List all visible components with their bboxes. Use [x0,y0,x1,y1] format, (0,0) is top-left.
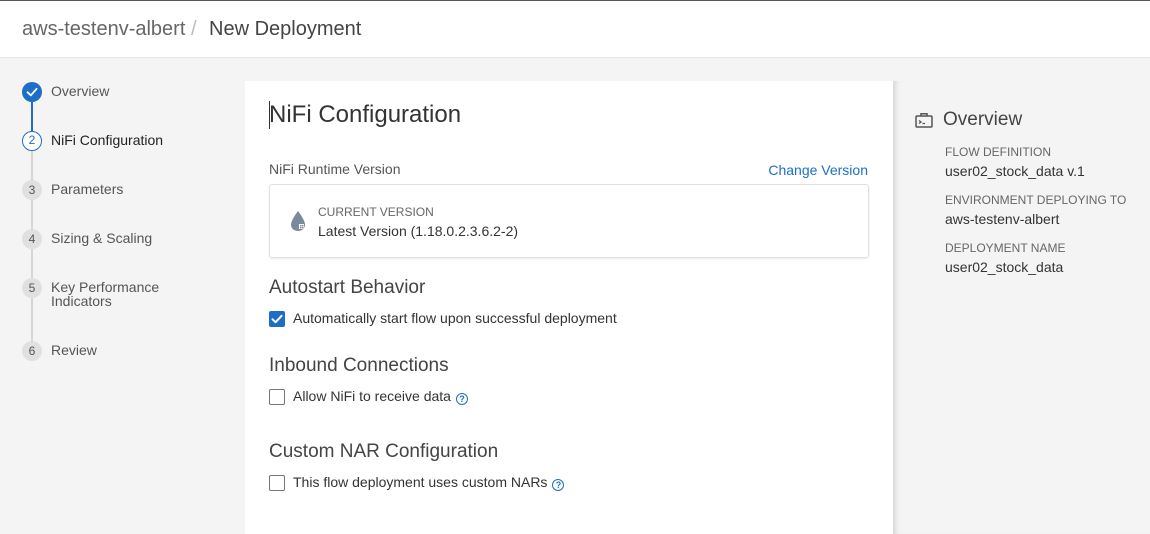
overview-panel: Overview FLOW DEFINITION user02_stock_da… [893,81,1150,534]
section-heading: NiFi Configuration [269,101,462,128]
allow-receive-data-label: Allow NiFi to receive data? [293,388,468,405]
step-label: Key Performance Indicators [51,279,160,309]
step-label: NiFi Configuration [51,132,164,148]
help-icon[interactable]: ? [455,393,468,405]
page-title: New Deployment [209,18,362,40]
step-label: Overview [51,83,110,99]
environment-label: ENVIRONMENT DEPLOYING TO [945,193,1127,207]
custom-nar-checkbox[interactable] [269,475,285,491]
step-number: 6 [22,341,42,361]
environment-value: aws-testenv-albert [945,211,1060,227]
briefcase-icon [915,113,933,128]
current-version-box: CURRENT VERSION Latest Version (1.18.0.2… [269,184,869,258]
step-label: Sizing & Scaling [51,230,153,246]
top-bar: aws-testenv-albert / New Deployment [0,0,1150,58]
check-icon [22,82,42,102]
breadcrumb-separator: / [191,18,197,40]
overview-title: Overview [943,109,1023,130]
step-label: Review [51,342,97,358]
custom-nar-label: This flow deployment uses custom NARs? [293,474,565,491]
allow-receive-data-checkbox[interactable] [269,389,285,405]
custom-nar-heading: Custom NAR Configuration [269,441,499,462]
step-number: 3 [22,180,42,200]
wizard-stepper: Overview 2 NiFi Configuration 3 Paramete… [0,58,245,534]
flow-definition-value: user02_stock_data v.1 [945,163,1085,179]
step-label: Parameters [51,181,124,197]
custom-nar-text: This flow deployment uses custom NARs [293,474,548,490]
deployment-name-label: DEPLOYMENT NAME [945,241,1066,255]
step-number: 5 [22,278,42,298]
breadcrumb-environment[interactable]: aws-testenv-albert [22,18,185,41]
step-number: 4 [22,229,42,249]
autostart-checkbox[interactable] [269,311,285,327]
deployment-name-value: user02_stock_data [945,259,1064,275]
runtime-version-label: NiFi Runtime Version [269,161,401,177]
inbound-connections-heading: Inbound Connections [269,355,449,376]
autostart-label: Automatically start flow upon successful… [293,310,617,326]
change-version-link[interactable]: Change Version [768,162,868,178]
current-version-value: Latest Version (1.18.0.2.3.6.2-2) [318,223,519,239]
autostart-heading: Autostart Behavior [269,277,426,298]
allow-receive-data-text: Allow NiFi to receive data [293,388,451,404]
flow-definition-label: FLOW DEFINITION [945,145,1051,159]
current-version-caption: CURRENT VERSION [318,205,434,219]
nifi-configuration-card: NiFi Configuration NiFi Runtime Version … [245,81,893,534]
check-icon [271,314,283,323]
nifi-drop-icon [291,211,305,231]
step-number: 2 [22,131,42,151]
help-icon[interactable]: ? [552,479,565,491]
